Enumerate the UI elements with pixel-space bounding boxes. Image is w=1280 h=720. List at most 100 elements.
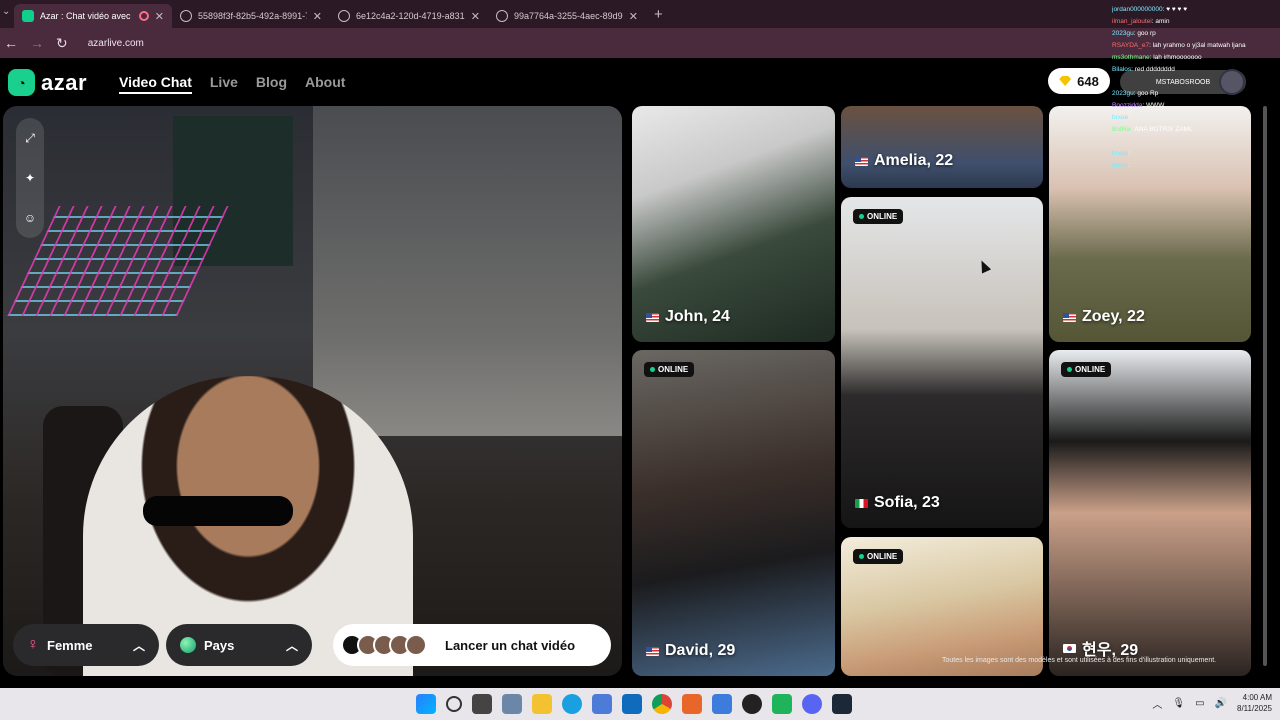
url-text: azarlive.com — [87, 37, 144, 49]
page-scrollbar[interactable] — [1262, 106, 1268, 676]
effects-sparkle-icon[interactable]: ✦ — [25, 171, 35, 185]
steam-icon[interactable] — [832, 694, 852, 714]
discord-icon[interactable] — [802, 694, 822, 714]
profile-card[interactable]: ONLINE Sofia, 23 — [841, 197, 1043, 528]
expand-icon[interactable]: ⤢ — [25, 131, 35, 146]
azar-favicon-icon — [22, 10, 34, 22]
clock-date: 8/11/2025 — [1237, 704, 1272, 713]
app-orange-icon[interactable] — [682, 694, 702, 714]
disclaimer-text: Toutes les images sont des modèles et so… — [942, 657, 1217, 664]
edge-browser-icon[interactable] — [562, 694, 582, 714]
reload-icon[interactable]: ↻ — [56, 35, 68, 52]
azar-logo-icon: ◔ — [8, 69, 35, 96]
chat-message: brxee: — [1112, 150, 1131, 157]
profile-name: Sofia, 23 — [874, 494, 940, 511]
clock-time: 4:00 AM — [1242, 693, 1272, 702]
close-tab-icon[interactable]: ✕ — [629, 10, 638, 23]
new-tab-button[interactable]: + — [654, 6, 663, 23]
us-flag-icon — [646, 312, 659, 322]
gems-count: 648 — [1077, 73, 1099, 89]
browser-tab-bar: ⌄ Azar : Chat vidéo avec de n ✕ 55898f3f… — [0, 0, 1280, 28]
globe-icon — [338, 10, 350, 22]
play-icon[interactable] — [772, 694, 792, 714]
tab-3[interactable]: 6e12c4a2-120d-4719-a831-9b ✕ — [330, 4, 488, 28]
profile-name: Amelia, 22 — [874, 152, 954, 169]
chat-message: 2023gu: goo rp — [1112, 30, 1156, 37]
windows-taskbar: ︿ 🎙 ▭ 🔊 4:00 AM 8/11/2025 — [0, 688, 1280, 720]
back-icon[interactable]: ← — [4, 35, 18, 51]
online-badge: ONLINE — [644, 362, 695, 377]
country-label: Pays — [204, 637, 235, 653]
scrollbar-thumb[interactable] — [1263, 106, 1267, 666]
address-bar: ← → ↻ ⚙ azarlive.com — [0, 28, 1280, 102]
chat-message: brxee: — [1112, 162, 1131, 169]
profile-card[interactable]: ONLINE — [841, 537, 1043, 676]
recording-icon — [138, 11, 149, 21]
us-flag-icon — [1063, 312, 1076, 322]
windows-start-icon[interactable] — [416, 694, 436, 714]
tab-search-icon[interactable]: ⌄ — [2, 6, 10, 17]
start-video-chat-button[interactable]: Lancer un chat vidéo — [333, 624, 611, 666]
chrome-icon[interactable] — [652, 694, 672, 714]
video-toolbar: ⤢ ✦ ☺ — [16, 118, 44, 238]
tab-azar[interactable]: Azar : Chat vidéo avec de n ✕ — [14, 4, 172, 28]
nav-about[interactable]: About — [305, 74, 345, 94]
settings-gear-icon[interactable] — [502, 694, 522, 714]
logo-text: azar — [41, 69, 88, 95]
close-tab-icon[interactable]: ✕ — [471, 10, 480, 23]
us-flag-icon — [855, 156, 868, 166]
chat-message: brxee: — [1112, 114, 1131, 121]
face-filter-icon[interactable]: ☺ — [24, 211, 36, 225]
chat-message: Boozzidda: WWW — [1112, 102, 1165, 109]
online-badge: ONLINE — [1061, 362, 1112, 377]
profile-card[interactable]: ONLINE David, 29 — [632, 350, 835, 676]
tab-4[interactable]: 99a7764a-3255-4aec-89d9-7b ✕ — [488, 4, 646, 28]
gender-filter[interactable]: ♀ Femme ︿ — [13, 624, 159, 666]
chevron-up-icon: ︿ — [132, 638, 145, 653]
chevron-up-icon[interactable]: ︿ — [1152, 696, 1162, 711]
url-field[interactable]: ⚙ azarlive.com — [0, 37, 144, 102]
chevron-up-icon: ︿ — [285, 638, 298, 653]
country-filter[interactable]: Pays ︿ — [166, 624, 312, 666]
female-icon: ♀ — [27, 636, 39, 653]
chat-message: BotRix: ANA BOTRIX ZAML — [1112, 126, 1193, 133]
profile-label: Sofia, 23 — [855, 494, 940, 512]
tab-title: 55898f3f-82b5-492a-8991-767 — [198, 11, 307, 21]
obs-icon[interactable] — [742, 694, 762, 714]
app-blue-icon[interactable] — [712, 694, 732, 714]
search-icon[interactable] — [446, 696, 462, 712]
profile-card[interactable]: ONLINE 현우, 29 — [1049, 350, 1251, 676]
gender-label: Femme — [47, 637, 93, 653]
online-badge: ONLINE — [853, 549, 904, 564]
forward-icon[interactable]: → — [30, 35, 44, 51]
tab-title: 6e12c4a2-120d-4719-a831-9b — [356, 11, 465, 21]
clock[interactable]: 4:00 AM 8/11/2025 — [1237, 692, 1272, 714]
cta-label: Lancer un chat vidéo — [445, 637, 576, 653]
close-tab-icon[interactable]: ✕ — [155, 10, 164, 23]
italy-flag-icon — [855, 498, 868, 508]
task-view-icon[interactable] — [472, 694, 492, 714]
profile-card[interactable]: John, 24 — [632, 106, 835, 342]
gems-balance[interactable]: 648 — [1048, 68, 1110, 94]
profile-label: David, 29 — [646, 642, 735, 660]
main-nav: Video Chat Live Blog About — [119, 74, 345, 94]
nav-video-chat[interactable]: Video Chat — [119, 74, 192, 94]
profile-card[interactable]: Amelia, 22 — [841, 106, 1043, 188]
globe-icon — [496, 10, 508, 22]
room-background — [313, 106, 622, 436]
volume-icon[interactable]: 🔊 — [1215, 698, 1227, 709]
globe-icon — [180, 10, 192, 22]
file-explorer-icon[interactable] — [532, 694, 552, 714]
azar-logo[interactable]: ◔ azar — [8, 69, 87, 96]
close-tab-icon[interactable]: ✕ — [313, 10, 322, 23]
nav-blog[interactable]: Blog — [256, 74, 287, 94]
outlook-icon[interactable] — [622, 694, 642, 714]
system-tray: ︿ 🎙 ▭ 🔊 4:00 AM 8/11/2025 — [1152, 692, 1272, 714]
taskbar-apps — [416, 688, 852, 720]
tab-2[interactable]: 55898f3f-82b5-492a-8991-767 ✕ — [172, 4, 330, 28]
microphone-icon[interactable]: 🎙 — [1172, 698, 1185, 709]
korea-flag-icon — [1063, 643, 1076, 653]
nav-live[interactable]: Live — [210, 74, 238, 94]
store-icon[interactable] — [592, 694, 612, 714]
network-icon[interactable]: ▭ — [1195, 698, 1204, 709]
